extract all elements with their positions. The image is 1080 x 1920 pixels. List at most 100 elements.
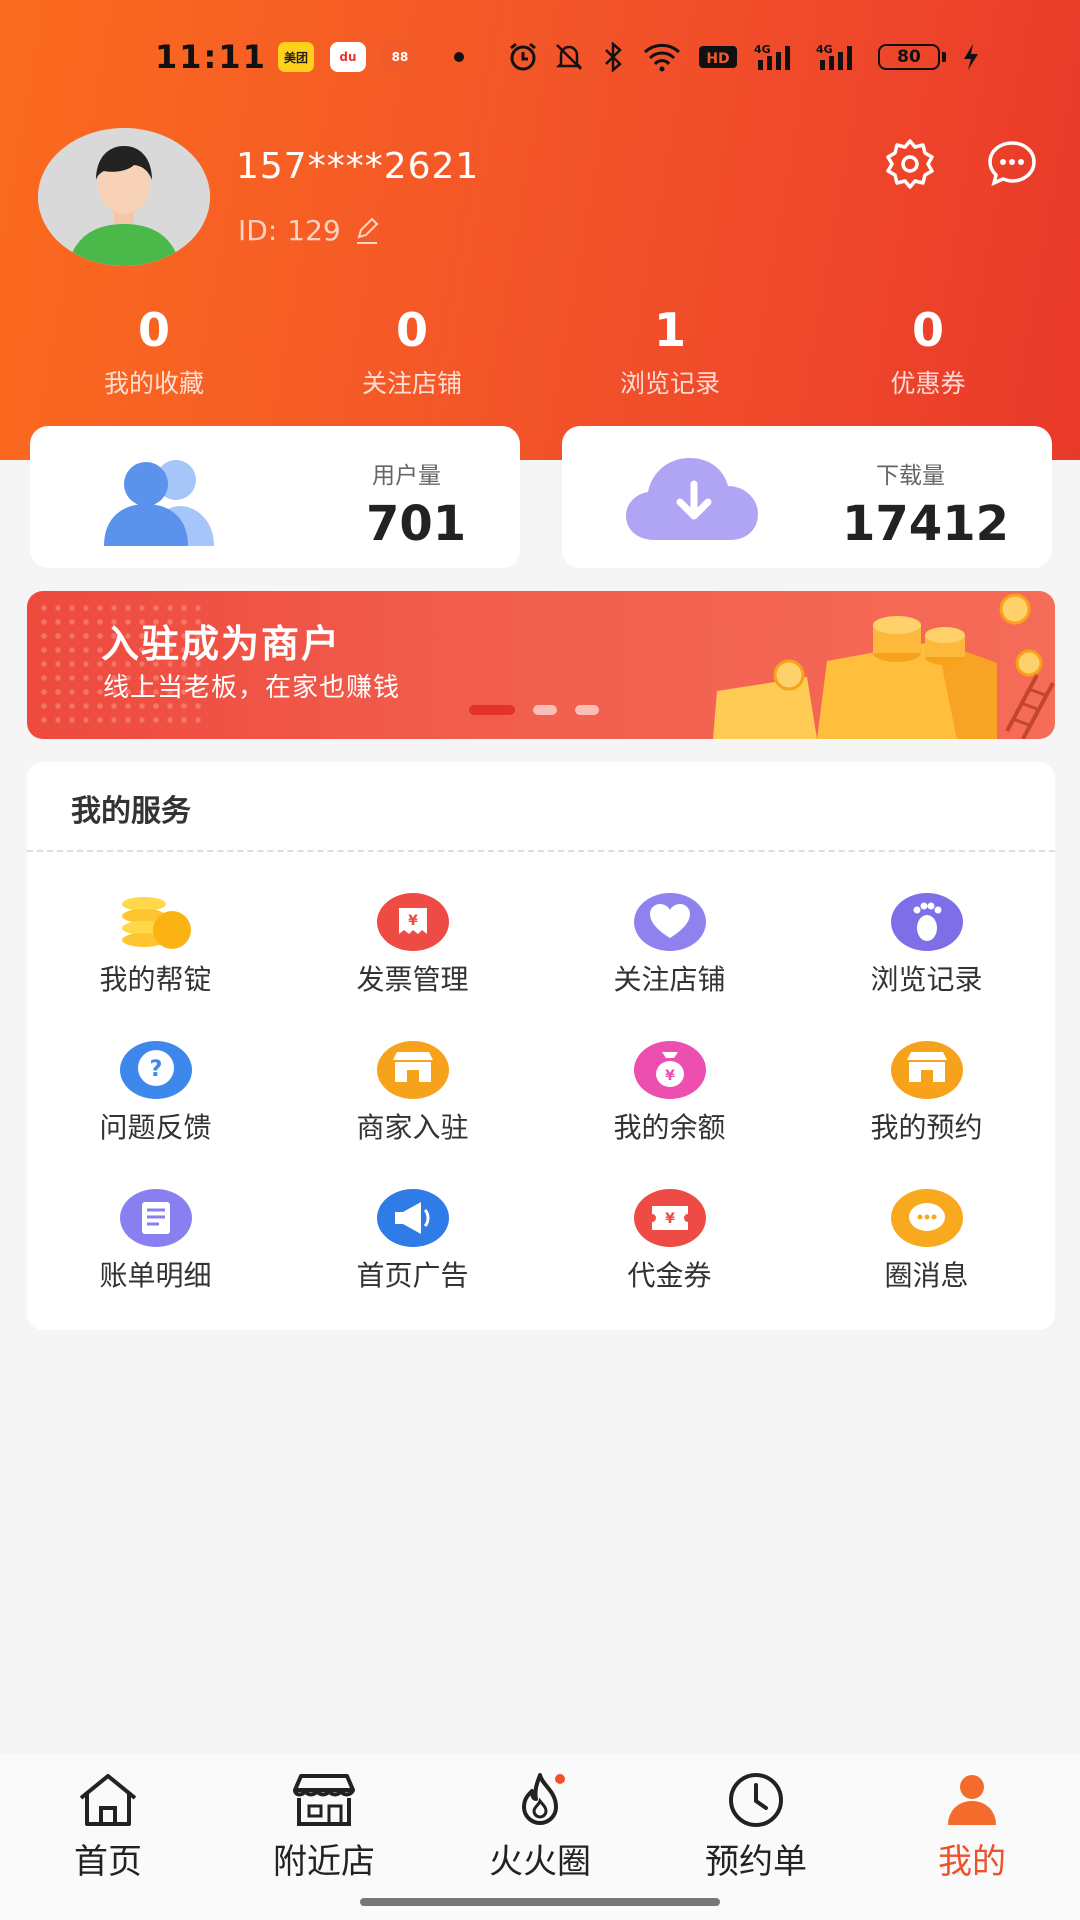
tab-me[interactable]: 我的 (864, 1754, 1080, 1920)
battery-icon: 80 (878, 44, 946, 70)
status-bar: 11:11 美团 du 88 HD 4G 4G 80 (0, 32, 1080, 82)
service-label: 商家入驻 (356, 1111, 469, 1144)
settings-button[interactable] (882, 136, 938, 192)
service-label: 我的余额 (613, 1111, 726, 1144)
heart-icon (633, 893, 706, 951)
service-feedback[interactable]: ? 问题反馈 (27, 1040, 284, 1188)
clock-icon (729, 1773, 783, 1827)
service-label: 问题反馈 (99, 1111, 212, 1144)
my-services-panel: 我的服务 我的帮锭 ¥ 发票管理 关注店铺 浏览记录 ? 问题反馈 商家入驻 ¥ (27, 762, 1055, 1330)
user-count-value: 701 (366, 496, 467, 552)
stat-history[interactable]: 1 浏览记录 (541, 300, 799, 400)
service-balance[interactable]: ¥ 我的余额 (541, 1040, 798, 1188)
store-icon (376, 1041, 449, 1099)
avatar[interactable] (38, 128, 210, 266)
moneybag-icon: ¥ (633, 1041, 706, 1099)
service-label: 关注店铺 (613, 963, 726, 996)
service-label: 浏览记录 (870, 963, 983, 996)
status-time: 11:11 (155, 38, 267, 76)
avatar-person-icon (38, 128, 210, 266)
tab-label: 火火圈 (489, 1842, 591, 1882)
banner-subtitle: 线上当老板，在家也赚钱 (103, 673, 401, 703)
coins-icon (121, 897, 191, 949)
stat-label: 关注店铺 (361, 369, 462, 398)
svg-text:HD: HD (706, 51, 729, 67)
tab-reservations[interactable]: 预约单 (648, 1754, 864, 1920)
banner-indicator-dot (469, 705, 515, 715)
svg-text:¥: ¥ (665, 1068, 675, 1084)
du-app-icon: du (330, 42, 366, 72)
service-invoice[interactable]: ¥ 发票管理 (284, 892, 541, 1040)
svg-text:¥: ¥ (665, 1211, 675, 1227)
question-icon: ? (119, 1041, 192, 1099)
service-label: 代金券 (627, 1259, 712, 1292)
stat-value: 1 (653, 303, 686, 357)
service-label: 我的预约 (870, 1111, 983, 1144)
charging-icon (964, 44, 978, 70)
gear-icon (886, 139, 934, 189)
service-label: 圈消息 (884, 1259, 969, 1292)
download-count-card: 下载量 17412 (562, 426, 1052, 568)
cloud-download-icon (626, 458, 758, 540)
svg-text:?: ? (149, 1057, 162, 1082)
service-reservation[interactable]: 我的预约 (798, 1040, 1055, 1188)
user-id-value: 129 (287, 214, 341, 247)
tab-label: 附近店 (273, 1842, 375, 1882)
mute-icon (555, 44, 583, 70)
meituan-app-icon: 美团 (278, 42, 314, 72)
user-id-label: ID: (238, 214, 278, 247)
banner-indicator-dot (575, 705, 599, 715)
service-followed-shops[interactable]: 关注店铺 (541, 892, 798, 1040)
chat-bubble-icon (988, 141, 1036, 187)
store-icon (890, 1041, 963, 1099)
svg-text:4G: 4G (754, 43, 771, 56)
stat-label: 我的收藏 (103, 369, 204, 398)
flame-icon (522, 1773, 565, 1825)
user-phone: 157****2621 (236, 146, 480, 187)
edit-icon[interactable] (351, 215, 383, 247)
tab-label: 我的 (938, 1842, 1006, 1882)
battery-level: 80 (878, 44, 940, 70)
service-label: 账单明细 (99, 1259, 212, 1292)
banner-indicator (469, 705, 599, 715)
users-icon (104, 460, 214, 546)
stat-label: 优惠券 (890, 369, 966, 398)
shop-icon (293, 1774, 355, 1826)
tab-nearby-shops[interactable]: 附近店 (216, 1754, 432, 1920)
svg-text:¥: ¥ (408, 913, 418, 929)
services-grid: 我的帮锭 ¥ 发票管理 关注店铺 浏览记录 ? 问题反馈 商家入驻 ¥ 我的余额… (27, 892, 1055, 1336)
user-id: ID: 129 (238, 214, 383, 247)
message-button[interactable] (984, 136, 1040, 192)
service-history[interactable]: 浏览记录 (798, 892, 1055, 1040)
home-indicator[interactable] (360, 1898, 720, 1906)
service-label: 首页广告 (356, 1259, 469, 1292)
tab-fire-circle[interactable]: 火火圈 (432, 1754, 648, 1920)
stat-followed-shops[interactable]: 0 关注店铺 (283, 300, 541, 400)
megaphone-icon (376, 1189, 449, 1247)
bluetooth-icon (605, 42, 622, 72)
service-circle-messages[interactable]: 圈消息 (798, 1188, 1055, 1336)
service-home-ads[interactable]: 首页广告 (284, 1188, 541, 1336)
footprint-icon (890, 893, 963, 951)
stats-row: 0 我的收藏 0 关注店铺 1 浏览记录 0 优惠券 (0, 300, 1080, 400)
app-notification-icon: 88 (382, 42, 418, 72)
svg-text:4G: 4G (816, 43, 833, 56)
stat-favorites[interactable]: 0 我的收藏 (25, 300, 283, 400)
service-bill-details[interactable]: 账单明细 (27, 1188, 284, 1336)
wifi-icon (643, 43, 681, 72)
alarm-icon (510, 42, 536, 71)
stat-value: 0 (395, 303, 428, 357)
invoice-icon: ¥ (376, 893, 449, 951)
stat-coupons[interactable]: 0 优惠券 (799, 300, 1057, 400)
signal-4g-icon: 4G (754, 43, 790, 70)
bottom-tab-bar: 首页 附近店 火火圈 预约单 我的 (0, 1754, 1080, 1920)
service-merchant-join[interactable]: 商家入驻 (284, 1040, 541, 1188)
tab-home[interactable]: 首页 (0, 1754, 216, 1920)
service-voucher[interactable]: ¥ 代金券 (541, 1188, 798, 1336)
signal-4g-icon-2: 4G (816, 43, 852, 70)
banner-indicator-dot (533, 705, 557, 715)
service-coins[interactable]: 我的帮锭 (27, 892, 284, 1040)
merchant-banner[interactable]: 入驻成为商户 线上当老板，在家也赚钱 (27, 591, 1055, 739)
stat-value: 0 (137, 303, 170, 357)
service-label: 我的帮锭 (99, 963, 212, 996)
